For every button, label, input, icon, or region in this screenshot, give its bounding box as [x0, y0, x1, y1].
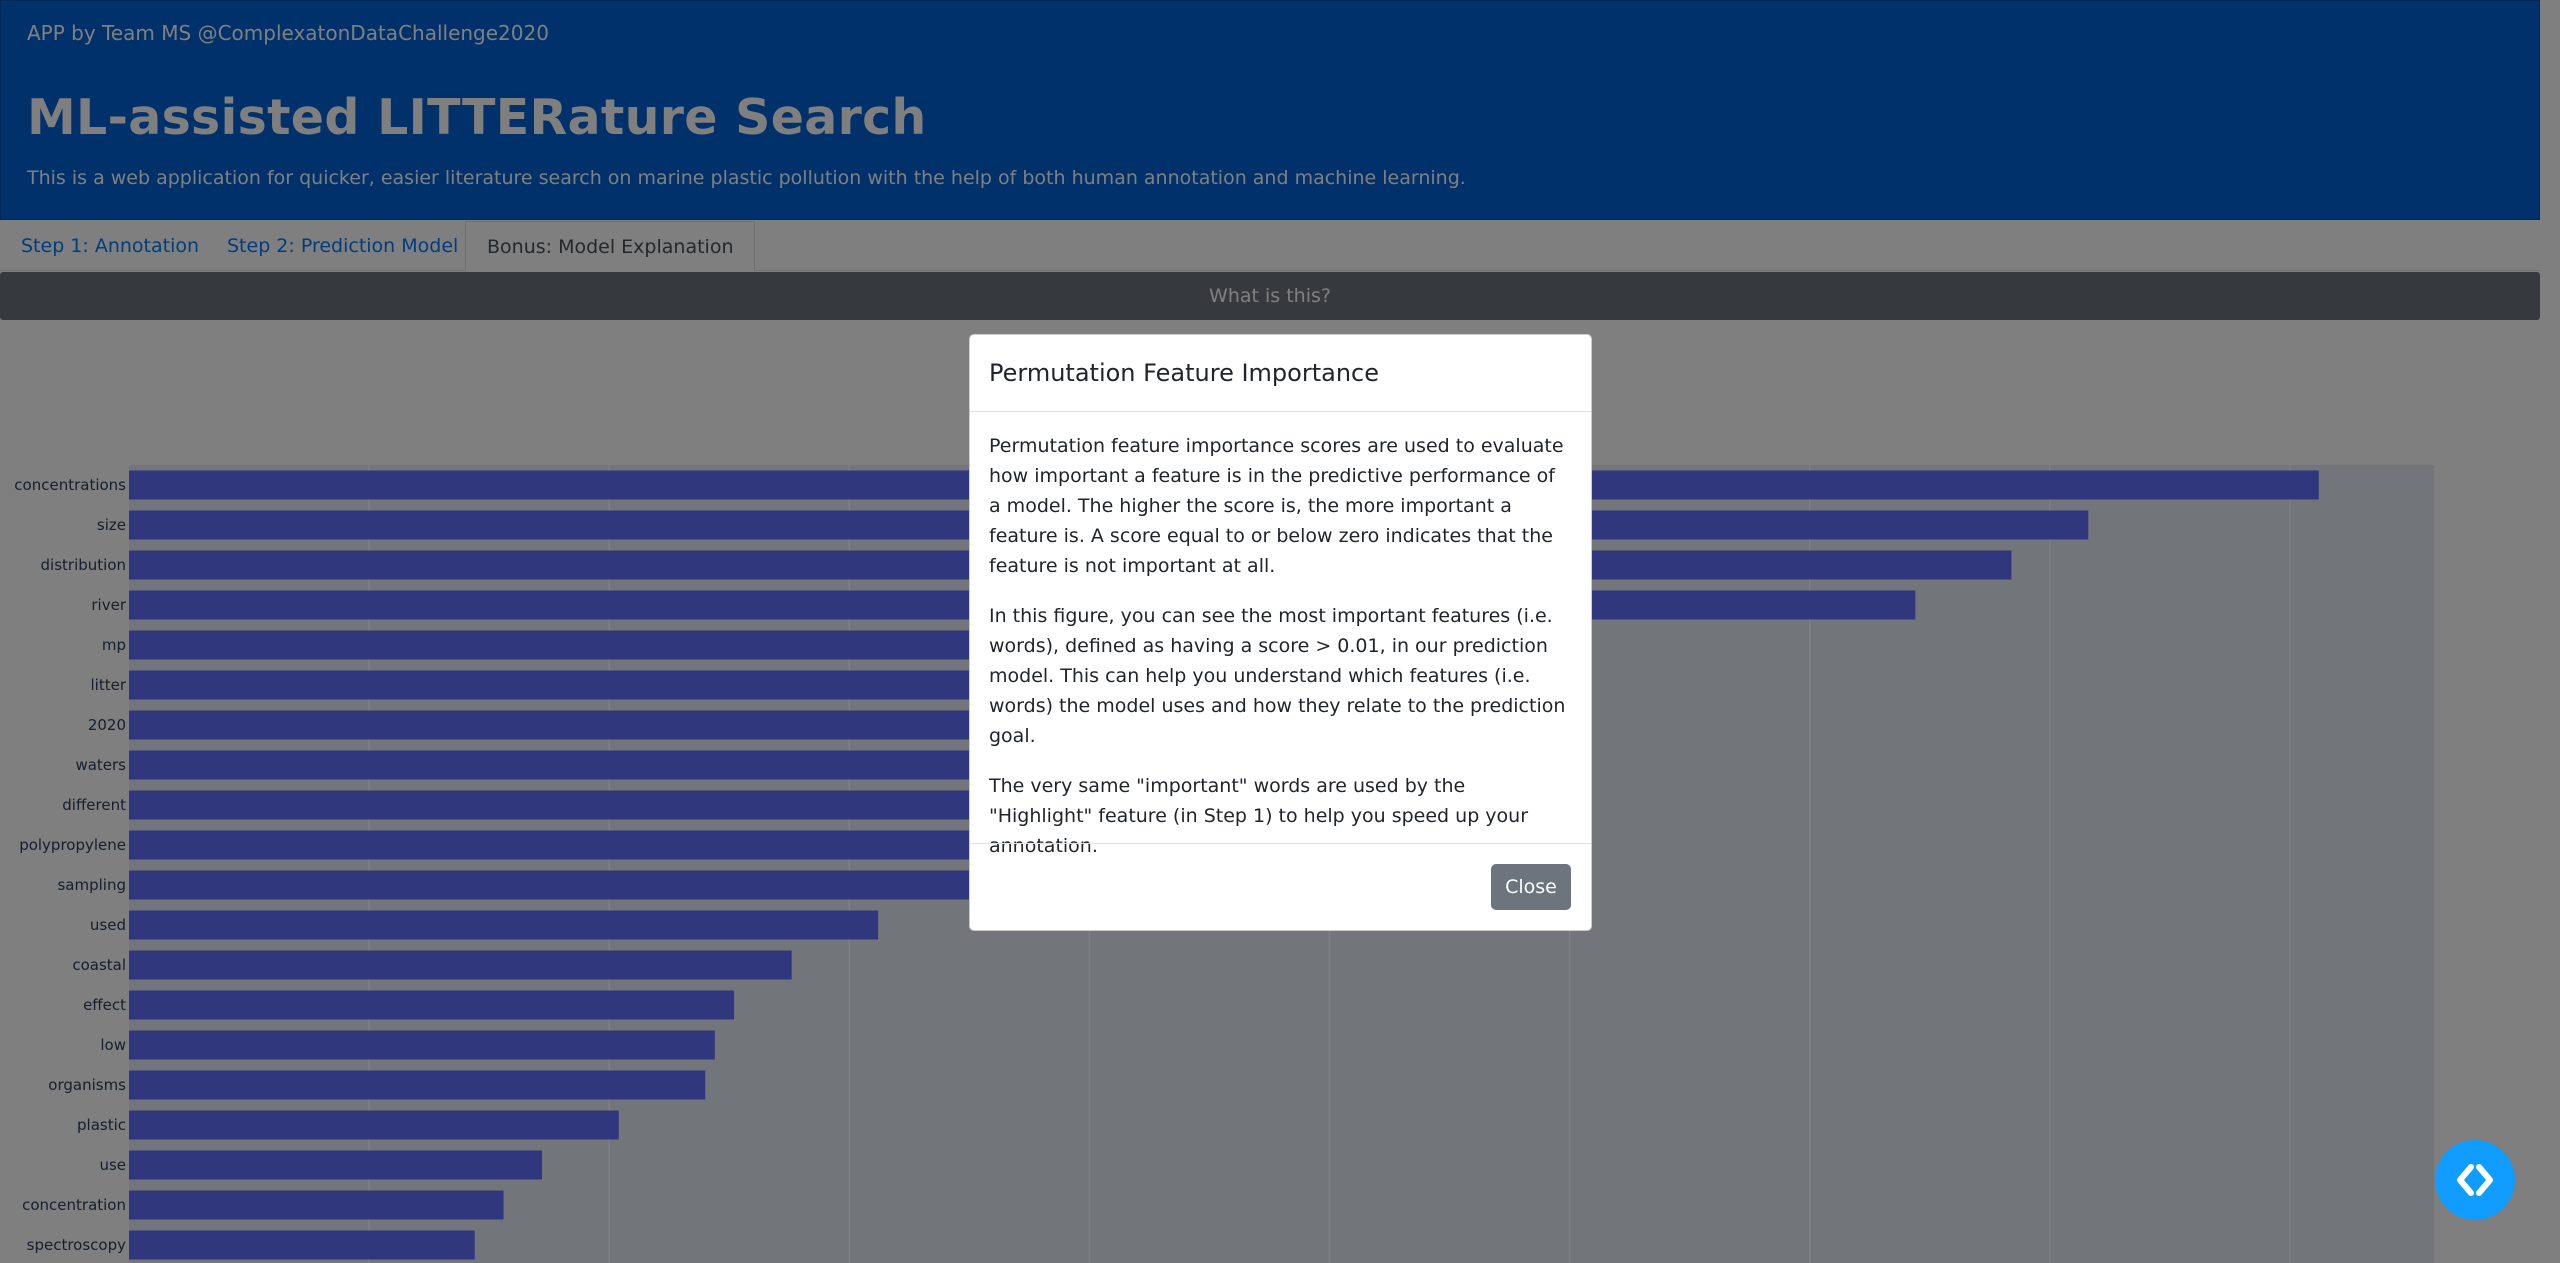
- modal-dialog: Permutation Feature Importance Permutati…: [969, 334, 1592, 931]
- modal-title: Permutation Feature Importance: [989, 359, 1379, 387]
- modal-footer: Close: [970, 843, 1591, 932]
- debug-menu-button[interactable]: [2435, 1140, 2515, 1220]
- modal-paragraph: Permutation feature importance scores ar…: [989, 435, 1564, 577]
- modal-paragraph: In this figure, you can see the most imp…: [989, 605, 1566, 747]
- close-button[interactable]: Close: [1491, 864, 1571, 910]
- modal-header: Permutation Feature Importance: [970, 335, 1591, 412]
- modal-body: Permutation feature importance scores ar…: [970, 431, 1591, 881]
- code-brackets-icon: [2457, 1164, 2493, 1196]
